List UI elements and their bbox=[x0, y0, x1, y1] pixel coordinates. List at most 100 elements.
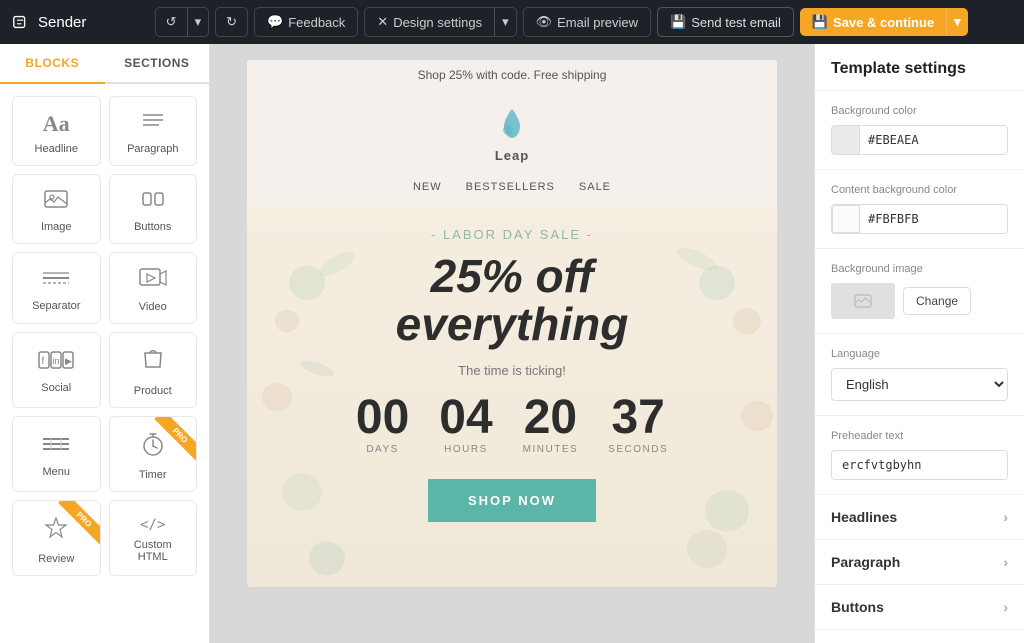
redo-button[interactable]: ↻ bbox=[215, 7, 248, 37]
countdown-days: 00 DAYS bbox=[356, 394, 409, 455]
block-label: Review bbox=[38, 553, 74, 565]
eye-icon: 👁 bbox=[536, 14, 553, 30]
language-section: Language English bbox=[815, 334, 1024, 416]
block-buttons[interactable]: Buttons bbox=[109, 174, 198, 244]
bg-color-label: Background color bbox=[831, 105, 1008, 117]
tab-sections[interactable]: SECTIONS bbox=[105, 44, 210, 82]
change-bg-button[interactable]: Change bbox=[903, 287, 971, 315]
accordion: Headlines › Paragraph › Buttons › Separa… bbox=[815, 495, 1024, 643]
nav-new[interactable]: NEW bbox=[413, 181, 442, 193]
panel-title: Template settings bbox=[815, 44, 1024, 91]
save-label: Save & continue bbox=[833, 15, 934, 30]
bg-color-field[interactable]: #EBEAEA bbox=[831, 125, 1008, 155]
bg-image-thumb bbox=[831, 283, 895, 319]
product-icon bbox=[141, 347, 165, 379]
block-timer[interactable]: PRO Timer bbox=[109, 416, 198, 492]
block-label: Product bbox=[134, 385, 172, 397]
content-bg-value: #FBFBFB bbox=[860, 207, 1007, 231]
block-product[interactable]: Product bbox=[109, 332, 198, 408]
save-icon: 💾 bbox=[812, 14, 828, 30]
bg-image-label: Background image bbox=[831, 263, 1008, 275]
buttons-icon bbox=[141, 189, 165, 215]
block-label: Buttons bbox=[134, 221, 171, 233]
accordion-paragraph-header[interactable]: Paragraph › bbox=[815, 540, 1024, 584]
sidebar-tabs: BLOCKS SECTIONS bbox=[0, 44, 209, 84]
logo: Sender bbox=[12, 13, 86, 31]
block-separator[interactable]: Separator bbox=[12, 252, 101, 324]
block-label: Menu bbox=[42, 466, 70, 478]
send-test-button[interactable]: 💾 Send test email bbox=[657, 7, 794, 37]
svg-text:f: f bbox=[42, 356, 45, 367]
html-icon: </> bbox=[140, 517, 165, 533]
save-button[interactable]: 💾 Save & continue bbox=[800, 8, 946, 36]
save-group: 💾 Save & continue ▾ bbox=[800, 8, 968, 36]
countdown-hours: 04 HOURS bbox=[439, 394, 492, 455]
block-label: Custom HTML bbox=[118, 539, 189, 563]
preheader-input[interactable] bbox=[831, 450, 1008, 480]
hero-subtitle: The time is ticking! bbox=[287, 363, 737, 378]
design-settings-label: Design settings bbox=[393, 15, 482, 30]
block-video[interactable]: Video bbox=[109, 252, 198, 324]
send-test-label: Send test email bbox=[691, 15, 781, 30]
pro-ribbon: PRO bbox=[50, 500, 101, 551]
save-arrow[interactable]: ▾ bbox=[946, 8, 968, 36]
email-hero: - LABOR DAY SALE - 25% off everything Th… bbox=[247, 207, 777, 587]
undo-arrow[interactable]: ▾ bbox=[187, 7, 210, 37]
tab-blocks[interactable]: BLOCKS bbox=[0, 44, 105, 84]
accordion-separator-header[interactable]: Separator › bbox=[815, 630, 1024, 643]
block-label: Timer bbox=[139, 469, 167, 481]
language-label: Language bbox=[831, 348, 1008, 360]
chevron-icon: › bbox=[1003, 599, 1008, 615]
email-nav: NEW BESTSELLERS SALE bbox=[247, 173, 777, 207]
accordion-buttons: Buttons › bbox=[815, 585, 1024, 630]
topbar: Sender ↺ ▾ ↻ 💬 Feedback ✕ Design setting… bbox=[0, 0, 1024, 44]
block-headline[interactable]: Aa Headline bbox=[12, 96, 101, 166]
headline-icon: Aa bbox=[43, 111, 70, 137]
logo-area: Leap bbox=[247, 90, 777, 173]
content-bg-field[interactable]: #FBFBFB bbox=[831, 204, 1008, 234]
main-layout: BLOCKS SECTIONS Aa Headline Paragraph bbox=[0, 44, 1024, 643]
undo-button[interactable]: ↺ bbox=[155, 7, 187, 37]
block-review[interactable]: PRO Review bbox=[12, 500, 101, 576]
sale-label: - LABOR DAY SALE - bbox=[287, 227, 737, 242]
nav-bestsellers[interactable]: BESTSELLERS bbox=[466, 181, 555, 193]
bg-color-swatch bbox=[832, 126, 860, 154]
bg-image-area: Change bbox=[831, 283, 1008, 319]
pro-ribbon: PRO bbox=[146, 416, 197, 467]
bg-color-section: Background color #EBEAEA bbox=[815, 91, 1024, 170]
block-label: Paragraph bbox=[127, 143, 178, 155]
bg-image-section: Background image Change bbox=[815, 249, 1024, 334]
topbar-center: ↺ ▾ ↻ 💬 Feedback ✕ Design settings ▾ 👁 E… bbox=[110, 7, 1012, 37]
block-menu[interactable]: Menu bbox=[12, 416, 101, 492]
email-preview-button[interactable]: 👁 Email preview bbox=[523, 7, 651, 37]
separator-icon bbox=[41, 268, 71, 294]
design-settings-arrow[interactable]: ▾ bbox=[494, 7, 517, 37]
svg-text:in: in bbox=[53, 356, 60, 366]
countdown-minutes: 20 MINUTES bbox=[523, 394, 579, 455]
content-bg-section: Content background color #FBFBFB bbox=[815, 170, 1024, 249]
preheader-section: Preheader text bbox=[815, 416, 1024, 495]
logo-icon bbox=[12, 13, 30, 31]
block-paragraph[interactable]: Paragraph bbox=[109, 96, 198, 166]
countdown-seconds: 37 SECONDS bbox=[608, 394, 668, 455]
cta-button[interactable]: SHOP NOW bbox=[428, 479, 596, 522]
feedback-icon: 💬 bbox=[267, 14, 283, 30]
social-icon: fin▶ bbox=[38, 350, 74, 376]
chevron-icon: › bbox=[1003, 509, 1008, 525]
design-settings-button[interactable]: ✕ Design settings bbox=[364, 7, 494, 37]
block-custom-html[interactable]: </> Custom HTML bbox=[109, 500, 198, 576]
accordion-buttons-header[interactable]: Buttons › bbox=[815, 585, 1024, 629]
countdown: 00 DAYS 04 HOURS 20 MINUTES 37 bbox=[287, 394, 737, 455]
block-social[interactable]: fin▶ Social bbox=[12, 332, 101, 408]
canvas-area[interactable]: Shop 25% with code. Free shipping Leap N… bbox=[210, 44, 814, 643]
feedback-button[interactable]: 💬 Feedback bbox=[254, 7, 358, 37]
accordion-headlines: Headlines › bbox=[815, 495, 1024, 540]
design-settings-group: ✕ Design settings ▾ bbox=[364, 7, 516, 37]
block-image[interactable]: Image bbox=[12, 174, 101, 244]
brand-name: Leap bbox=[495, 148, 529, 163]
design-icon: ✕ bbox=[377, 14, 388, 30]
nav-sale[interactable]: SALE bbox=[579, 181, 611, 193]
content-bg-swatch bbox=[832, 205, 860, 233]
accordion-headlines-header[interactable]: Headlines › bbox=[815, 495, 1024, 539]
language-select[interactable]: English bbox=[831, 368, 1008, 401]
